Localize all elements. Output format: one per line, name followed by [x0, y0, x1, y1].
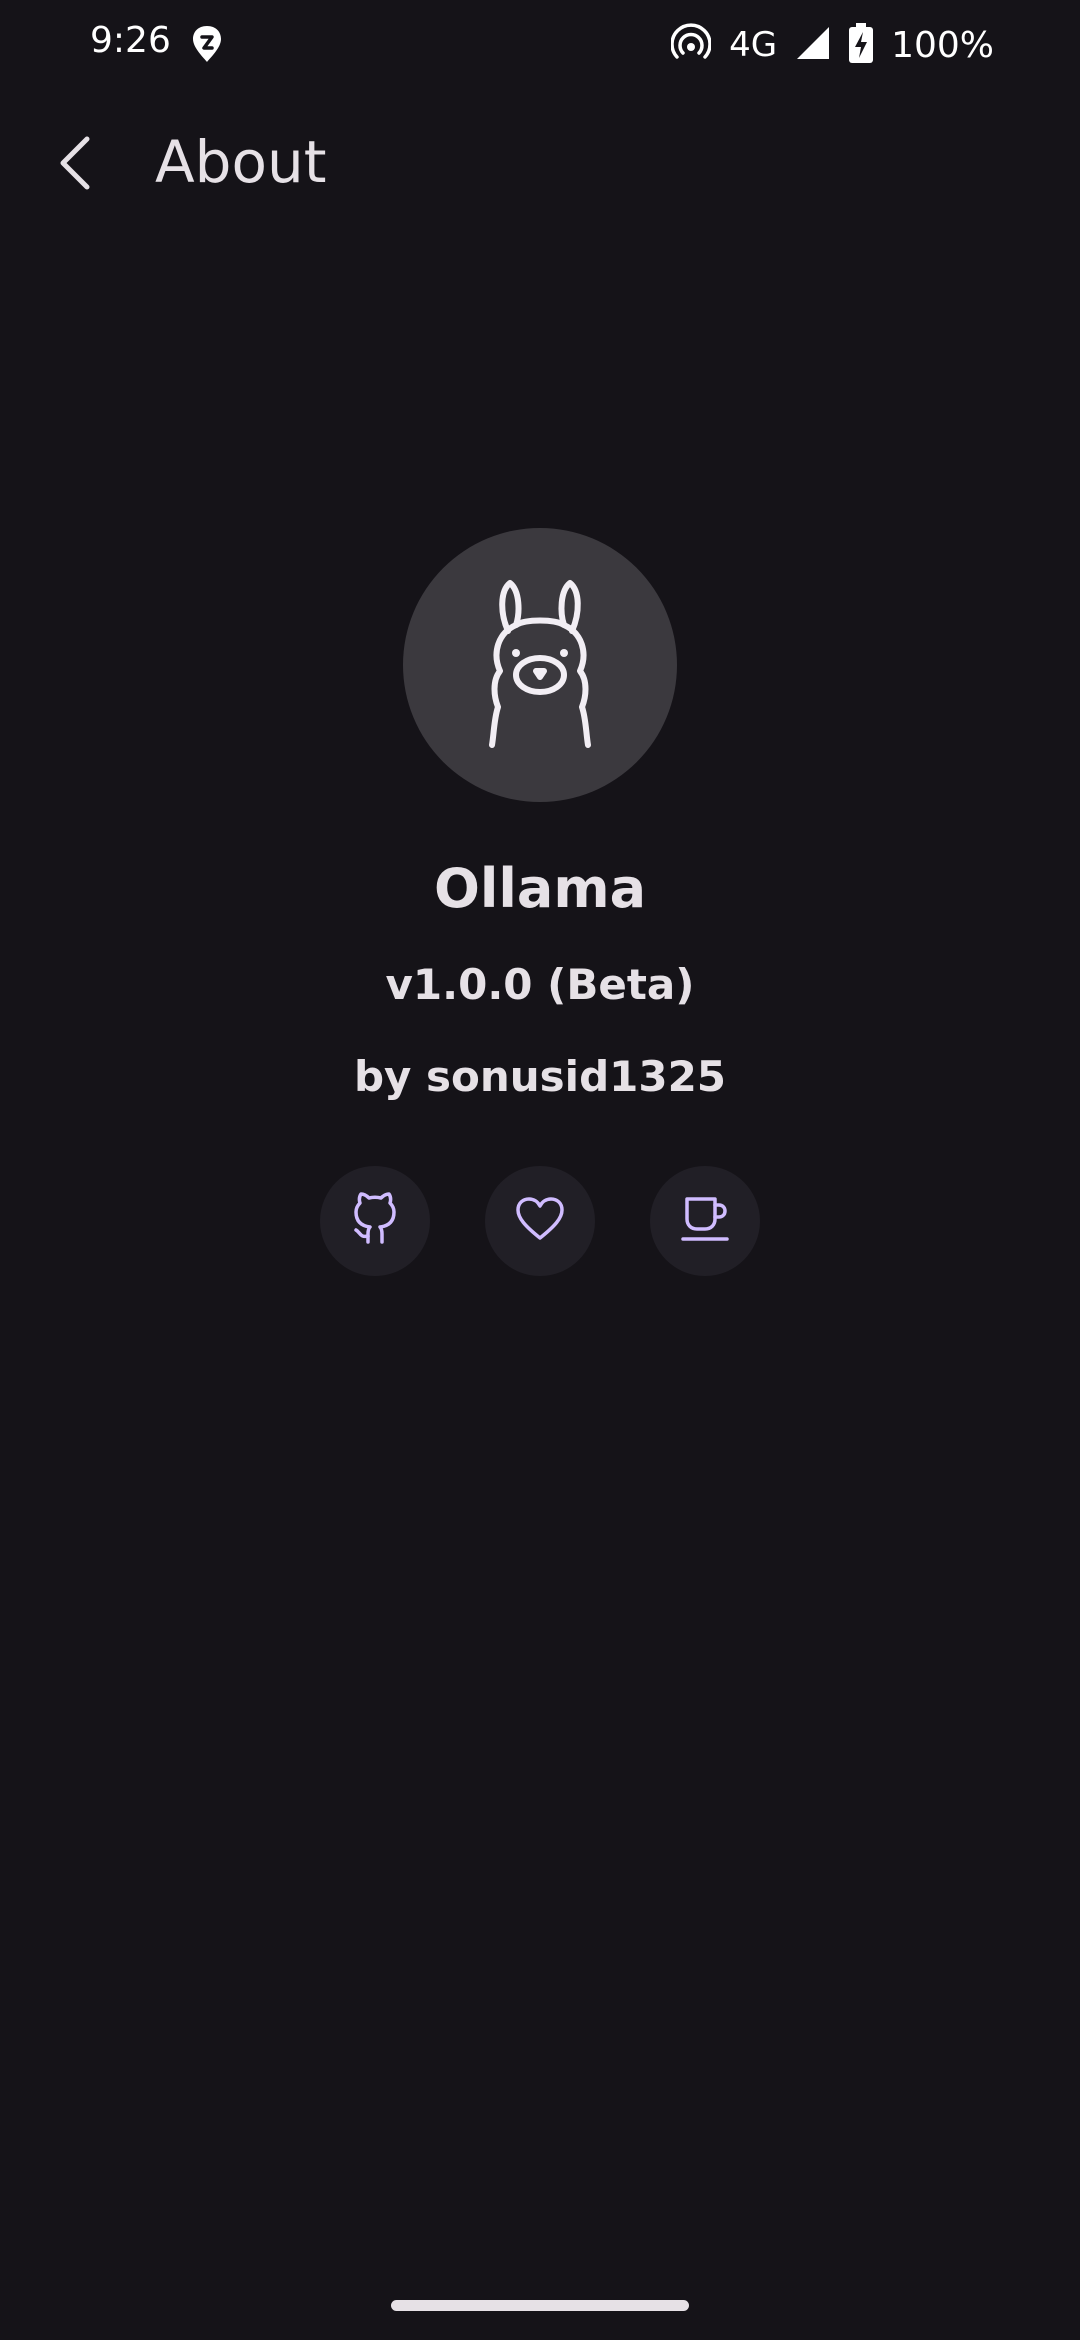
- github-button[interactable]: [320, 1166, 430, 1276]
- status-time: 9:26: [90, 20, 171, 61]
- status-bar: 9:26 4G 100%: [0, 0, 1080, 90]
- hotspot-icon: [670, 23, 712, 67]
- app-version: v1.0.0 (Beta): [385, 960, 695, 1009]
- donate-button[interactable]: [485, 1166, 595, 1276]
- github-icon: [350, 1192, 400, 1250]
- swiggy-icon: [190, 24, 224, 64]
- heart-icon: [515, 1196, 565, 1246]
- buy-coffee-button[interactable]: [650, 1166, 760, 1276]
- coffee-icon: [679, 1193, 731, 1249]
- app-author: by sonusid1325: [353, 1052, 727, 1101]
- status-icons: 4G 100%: [670, 20, 994, 70]
- app-bar: About: [0, 110, 1080, 220]
- battery-charging-icon: [849, 23, 874, 67]
- back-button[interactable]: [40, 130, 110, 200]
- llama-logo-icon: [470, 573, 610, 757]
- home-indicator[interactable]: [391, 2300, 689, 2311]
- battery-percentage: 100%: [891, 24, 994, 66]
- app-logo: [403, 528, 677, 802]
- back-arrow-icon: [55, 133, 95, 197]
- network-type: 4G: [729, 25, 778, 65]
- page-title: About: [155, 128, 327, 196]
- signal-icon: [795, 25, 831, 65]
- app-name: Ollama: [433, 857, 647, 920]
